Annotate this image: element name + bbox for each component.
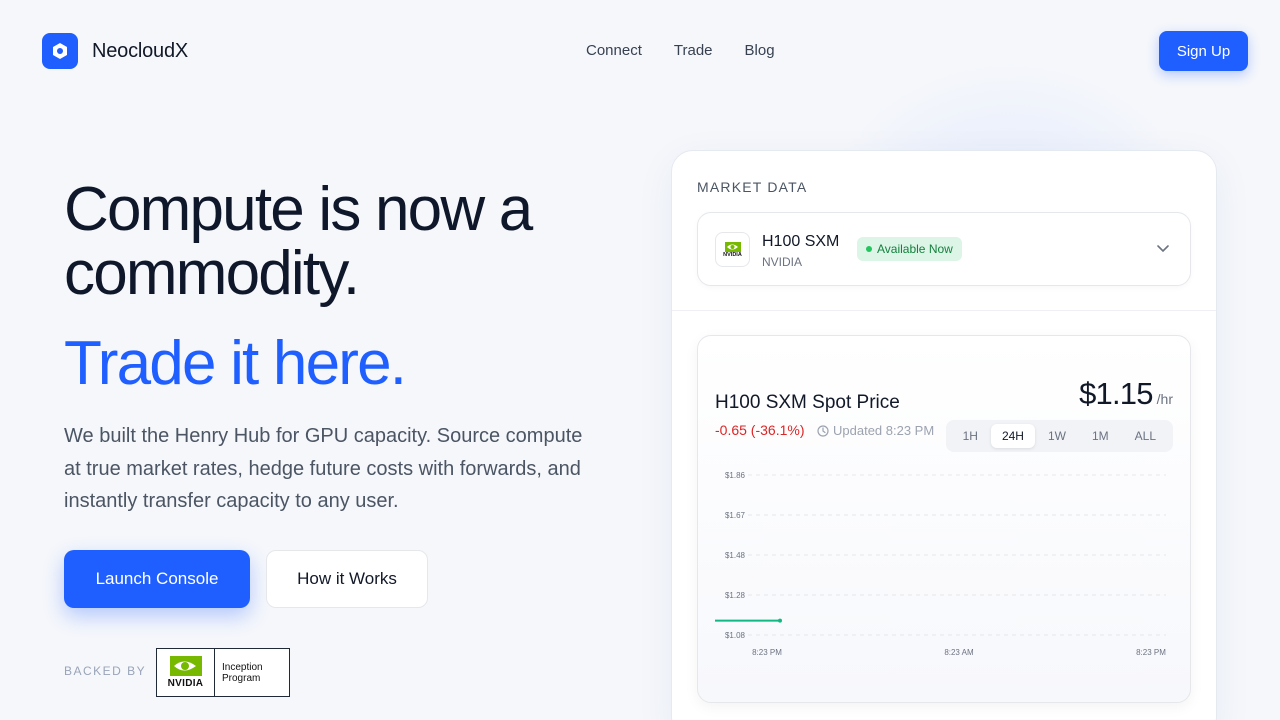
- x-tick-label: 8:23 PM: [1136, 648, 1166, 657]
- gpu-selector[interactable]: NVIDIA H100 SXM NVIDIA Available Now: [697, 212, 1191, 286]
- hero-headline: Compute is now a commodity.: [64, 175, 533, 308]
- nav-trade[interactable]: Trade: [674, 42, 713, 59]
- launch-console-button[interactable]: Launch Console: [64, 550, 250, 608]
- y-tick-label: $1.08: [725, 631, 746, 640]
- x-tick-label: 8:23 AM: [944, 648, 974, 657]
- gpu-brand: NVIDIA: [762, 255, 803, 269]
- nav-connect[interactable]: Connect: [586, 42, 642, 59]
- chevron-down-icon[interactable]: [1156, 241, 1170, 255]
- sign-up-button[interactable]: Sign Up: [1159, 31, 1248, 71]
- nvidia-wordmark: NVIDIA: [167, 678, 204, 689]
- backed-by-label: BACKED BY: [64, 664, 147, 678]
- price-chart: $1.86 $1.67 $1.48 $1.28 $1.08 8:23 PM 8:23 AM 8…: [715, 471, 1166, 657]
- market-data-card: MARKET DATA NVIDIA H100 SXM NVIDIA Avail…: [671, 150, 1217, 720]
- how-it-works-button[interactable]: How it Works: [266, 550, 428, 608]
- nvidia-inception-badge: NVIDIA Inception Program: [156, 648, 290, 697]
- hero-subtext: We built the Henry Hub for GPU capacity.…: [64, 425, 583, 512]
- badge-program-line1: Inception: [222, 661, 263, 673]
- brand[interactable]: NeocloudX: [42, 33, 188, 69]
- badge-program-line2: Program: [222, 672, 261, 684]
- nvidia-eye-icon: [169, 656, 202, 676]
- x-tick-label: 8:23 PM: [752, 648, 782, 657]
- price-chart-card: H100 SXM Spot Price -0.65 (-36.1%) Updat…: [697, 335, 1191, 703]
- card-divider: [672, 310, 1216, 311]
- gpu-name: H100 SXM: [762, 233, 840, 250]
- price-series-endpoint: [778, 618, 782, 623]
- brand-name: NeocloudX: [92, 39, 189, 62]
- nvidia-logo-text: NVIDIA: [723, 251, 742, 258]
- y-tick-label: $1.48: [725, 551, 746, 560]
- y-tick-label: $1.28: [725, 591, 746, 600]
- y-tick-label: $1.67: [725, 511, 746, 520]
- nav-blog[interactable]: Blog: [745, 42, 775, 59]
- nvidia-logo-icon: NVIDIA: [715, 232, 750, 267]
- logo-icon: [42, 33, 78, 69]
- y-tick-label: $1.86: [725, 471, 746, 480]
- market-data-label: MARKET DATA: [697, 179, 808, 195]
- hero-headline-accent: Trade it here.: [64, 329, 407, 398]
- main-nav: Connect Trade Blog: [586, 42, 775, 59]
- availability-badge: Available Now: [857, 237, 962, 261]
